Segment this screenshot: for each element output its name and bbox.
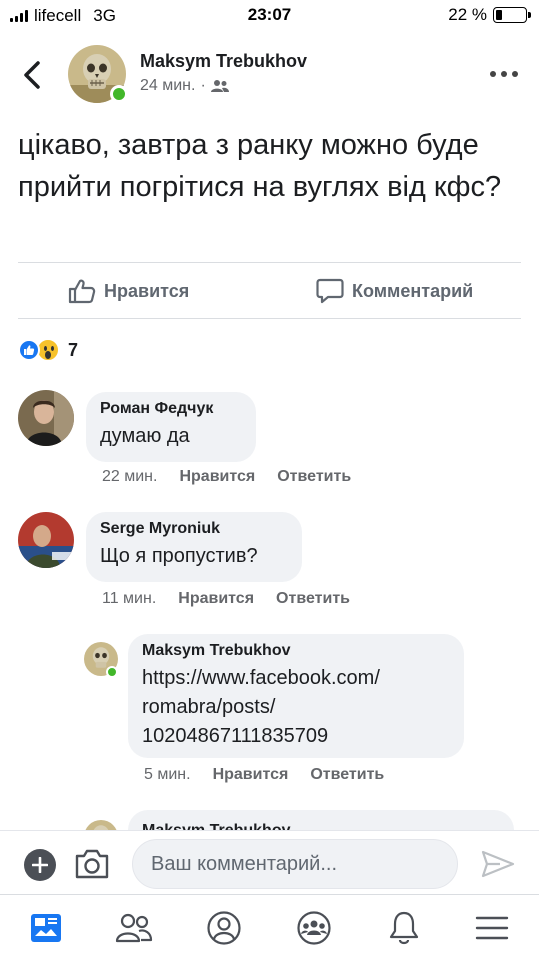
comment-meta: 11 мин. Нравится Ответить [102,590,350,608]
online-indicator [110,85,128,103]
comment-button[interactable]: Комментарий [316,278,473,304]
send-button[interactable] [480,849,516,879]
tab-groups[interactable] [294,909,334,947]
bell-icon [389,911,419,945]
friends-audience-icon [210,80,229,92]
dot-icon [512,71,518,77]
reply-author-avatar[interactable] [84,820,118,830]
tab-menu[interactable] [472,909,512,947]
reply-bubble[interactable]: Maksym Trebukhov [128,810,514,830]
thumbs-up-icon [68,279,96,304]
tab-news-feed[interactable] [26,909,66,947]
chevron-left-icon [24,61,40,89]
post-author-name[interactable]: Maksym Trebukhov [140,51,307,72]
reply-reply-button[interactable]: Ответить [310,766,384,784]
divider [18,262,521,263]
back-button[interactable] [18,58,48,92]
comment-bubble[interactable]: Роман Федчук думаю да [86,392,256,462]
post-meta: 24 мин. · [140,77,229,95]
reply-bubble[interactable]: Maksym Trebukhov https://www.facebook.co… [128,634,464,758]
status-bar: lifecell 3G 23:07 22 % [0,0,539,32]
tab-friends[interactable] [114,909,154,947]
comment-time: 11 мин. [102,590,157,607]
groups-icon [297,911,331,945]
meta-separator: · [200,77,206,94]
camera-icon [75,849,109,879]
news-feed-icon [31,914,61,942]
friends-icon [115,913,153,943]
battery-icon [493,7,531,23]
comment-like-button[interactable]: Нравится [178,590,254,608]
reply-author[interactable]: Maksym Trebukhov [142,642,450,660]
comment-input[interactable]: Ваш комментарий... [132,839,458,889]
divider [18,318,521,319]
bottom-tab-bar [0,894,539,960]
reply-author[interactable]: Maksym Trebukhov [142,822,500,830]
link-line: 10204867111835709 [142,725,329,747]
comment-author[interactable]: Serge Myroniuk [100,520,288,538]
dot-icon [501,71,507,77]
commenter-avatar[interactable] [18,390,74,446]
comment-text: думаю да [100,425,190,447]
like-button-label: Нравится [104,280,190,301]
comment-text: Що я пропустив? [100,545,258,567]
comment-reply-button[interactable]: Ответить [276,590,350,608]
link-line: romabra/posts/ [142,696,276,718]
profile-icon [207,911,241,945]
comment-reply-button[interactable]: Ответить [277,468,351,486]
like-reaction-icon [18,339,40,361]
like-button[interactable]: Нравится [68,278,189,304]
tab-profile[interactable] [204,909,244,947]
dot-icon [490,71,496,77]
author-avatar[interactable] [68,45,128,103]
reaction-count: 7 [68,339,79,360]
comment-like-button[interactable]: Нравится [179,468,255,486]
comment-time: 22 мин. [102,468,158,485]
comment-bubble[interactable]: Serge Myroniuk Що я пропустив? [86,512,302,582]
comment-button-label: Комментарий [352,280,474,301]
post-header: Maksym Trebukhov 24 мин. · [0,40,539,110]
send-icon [481,850,515,878]
hamburger-menu-icon [475,916,509,940]
tab-notifications[interactable] [384,909,424,947]
comment-bubble-icon [316,278,344,304]
link-line: https://www.facebook.com/ [142,667,380,689]
post-text: цікаво, завтра з ранку можно буде прийти… [18,129,502,203]
add-attachment-button[interactable] [24,849,56,881]
comment-meta: 22 мин. Нравится Ответить [102,468,351,486]
post-action-bar: Нравится Комментарий [0,268,539,316]
plus-icon [32,857,48,873]
reply-like-button[interactable]: Нравится [213,766,289,784]
battery-percent: 22 % [448,5,487,24]
reply: Maksym Trebukhov [0,810,539,830]
reactions-summary[interactable]: 7 [18,338,78,362]
commenter-avatar[interactable] [18,512,74,568]
online-indicator [106,666,118,678]
reply-meta: 5 мин. Нравится Ответить [144,766,384,784]
reply-link-text[interactable]: https://www.facebook.com/ romabra/posts/… [142,664,450,751]
camera-button[interactable] [74,848,110,880]
reply-time: 5 мин. [144,766,191,783]
comment-composer: Ваш комментарий... [0,830,539,894]
comment-author[interactable]: Роман Федчук [100,400,242,418]
post-time[interactable]: 24 мин. [140,77,195,95]
more-options-button[interactable] [487,62,521,86]
